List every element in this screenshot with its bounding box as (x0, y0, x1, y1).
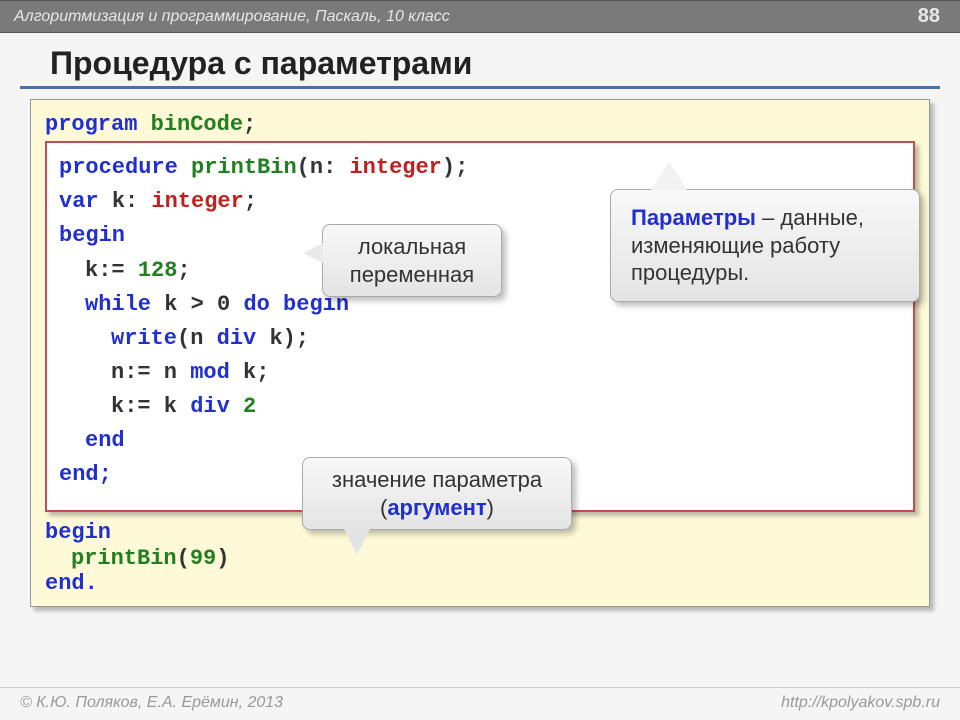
write-close: k); (269, 326, 309, 351)
write-open: (n (177, 326, 203, 351)
kw-mod: mod (190, 360, 230, 385)
callout-tail-icon (651, 162, 687, 190)
callout-params-term: Параметры (631, 205, 756, 230)
kw-end-1: end (59, 424, 901, 458)
callout-argument-b: ) (487, 495, 494, 520)
page-number: 88 (918, 5, 940, 28)
val-2: 2 (243, 394, 256, 419)
outer-code-block: program binCode; procedure printBin(n: i… (30, 99, 930, 607)
proc-name: printBin (191, 155, 297, 180)
callout-localvar-text: локальная переменная (350, 234, 474, 287)
while-cond: k > 0 (164, 292, 230, 317)
kw-program: program (45, 112, 137, 137)
type-integer-2: integer (151, 189, 243, 214)
top-bar: Алгоритмизация и программирование, Паска… (0, 0, 960, 33)
callout-argument-term: аргумент (387, 495, 486, 520)
n-mod-b: k; (243, 360, 269, 385)
callout-parameters: Параметры – данные, изменяющие работу пр… (610, 189, 920, 302)
kw-div-2: div (190, 394, 230, 419)
kw-write: write (111, 326, 177, 351)
content-area: program binCode; procedure printBin(n: i… (0, 99, 960, 617)
kw-var: var (59, 189, 99, 214)
var-k: k (112, 189, 125, 214)
footer-right: http://kpolyakov.spb.ru (781, 694, 940, 712)
page-title: Процедура с параметрами (20, 33, 940, 89)
kw-div-1: div (217, 326, 257, 351)
kw-end-final: end. (45, 571, 915, 596)
val-128: 128 (138, 258, 178, 283)
program-name: binCode (151, 112, 243, 137)
call-proc-name: printBin (71, 546, 177, 571)
callout-tail-icon (343, 527, 371, 555)
callout-local-variable: локальная переменная (322, 224, 502, 297)
k-assign: k:= (85, 258, 125, 283)
callout-tail-icon (303, 243, 323, 263)
footer: © К.Ю. Поляков, Е.А. Ерёмин, 2013 http:/… (0, 687, 960, 720)
footer-left: © К.Ю. Поляков, Е.А. Ерёмин, 2013 (20, 694, 283, 712)
type-integer-1: integer (349, 155, 441, 180)
kw-procedure: procedure (59, 155, 178, 180)
param-n: n (310, 155, 323, 180)
n-mod-a: n:= n (111, 360, 177, 385)
call-arg-99: 99 (190, 546, 216, 571)
breadcrumb: Алгоритмизация и программирование, Паска… (14, 8, 450, 26)
kw-while: while (85, 292, 151, 317)
callout-argument: значение параметра (аргумент) (302, 457, 572, 530)
k-div-a: k:= k (111, 394, 177, 419)
